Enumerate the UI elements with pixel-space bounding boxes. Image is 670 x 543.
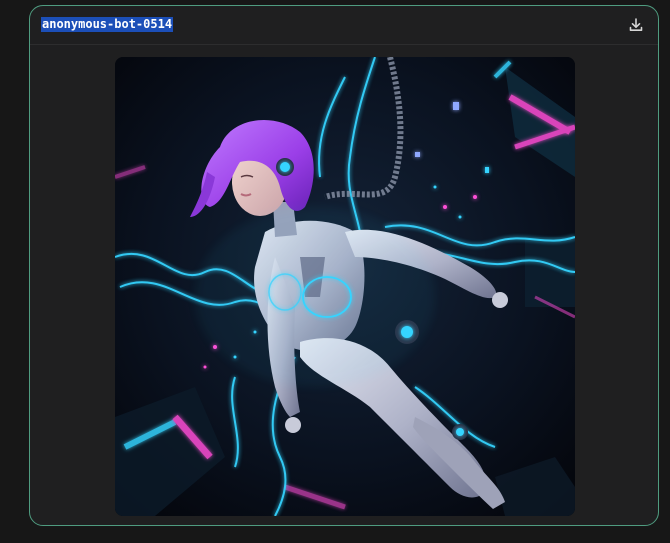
image-card: anonymous-bot-0514 [29, 5, 659, 526]
download-button[interactable] [626, 15, 646, 35]
card-header: anonymous-bot-0514 [30, 6, 658, 45]
download-icon [629, 18, 643, 31]
generated-image [115, 57, 575, 516]
cyborg-illustration [115, 57, 575, 516]
bot-name-label: anonymous-bot-0514 [41, 17, 174, 32]
